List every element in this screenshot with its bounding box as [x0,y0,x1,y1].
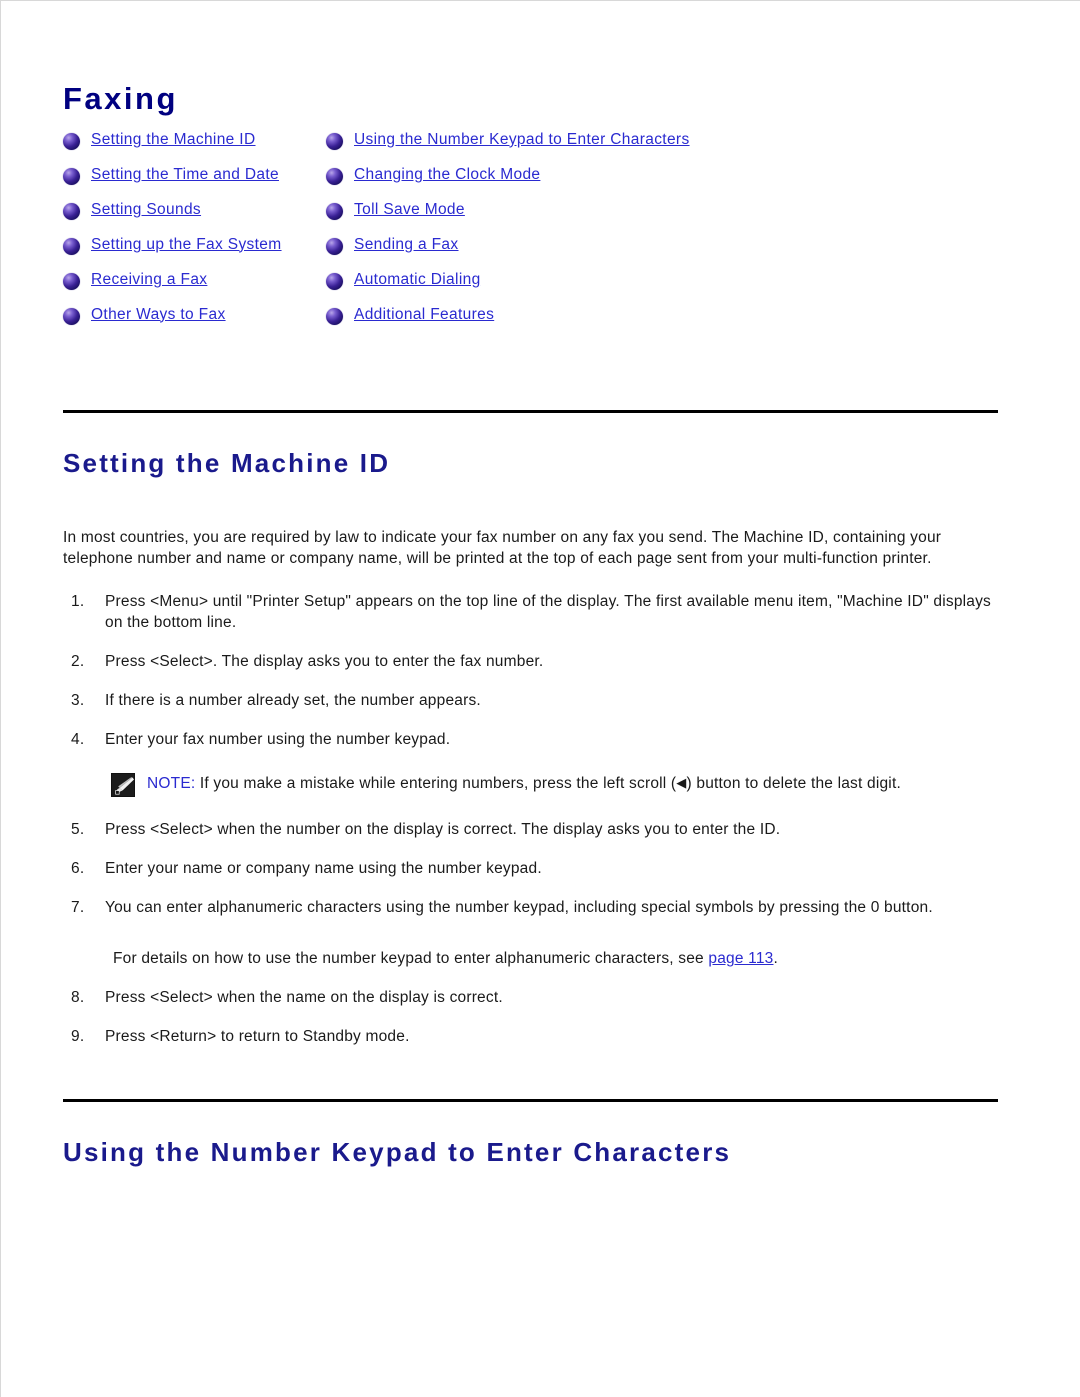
index-item[interactable]: Receiving a Fax [63,270,363,305]
index-item[interactable]: Changing the Clock Mode [326,165,886,200]
sphere-bullet-icon [63,132,80,150]
index-link-receiving-a-fax[interactable]: Receiving a Fax [91,270,207,290]
step-number: 6. [71,860,85,878]
step-number: 5. [71,821,85,839]
index-column-right: Using the Number Keypad to Enter Charact… [326,130,886,340]
step-item: 8. Press <Select> when the name on the d… [63,987,998,1008]
sphere-bullet-icon [326,132,343,150]
step-item: 4. Enter your fax number using the numbe… [63,729,998,750]
sphere-bullet-icon [63,272,80,290]
index-link-setting-sounds[interactable]: Setting Sounds [91,200,201,220]
detail-text-after-link: . [773,950,779,968]
step-item: 2. Press <Select>. The display asks you … [63,651,998,672]
index-link-setting-the-machine-id[interactable]: Setting the Machine ID [91,130,256,150]
index-link-setting-up-the-fax-system[interactable]: Setting up the Fax System [91,235,282,255]
steps-list-part-one: 1. Press <Menu> until "Printer Setup" ap… [63,591,998,750]
step-text: Press <Select>. The display asks you to … [105,653,544,671]
step-number: 1. [71,593,85,611]
step-number: 7. [71,899,85,917]
index-link-automatic-dialing[interactable]: Automatic Dialing [354,270,481,290]
index-link-additional-features[interactable]: Additional Features [354,305,494,325]
step-number: 3. [71,692,85,710]
sphere-bullet-icon [326,237,343,255]
step-item: 1. Press <Menu> until "Printer Setup" ap… [63,591,998,633]
sphere-bullet-icon [63,167,80,185]
index-item[interactable]: Setting the Machine ID [63,130,363,165]
step-item: 5. Press <Select> when the number on the… [63,819,998,840]
note-text: NOTE: If you make a mistake while enteri… [147,772,901,794]
note-label: NOTE: [147,775,196,793]
step-text: Press <Return> to return to Standby mode… [105,1028,410,1046]
index-item[interactable]: Using the Number Keypad to Enter Charact… [326,130,886,165]
steps-list-part-three: 8. Press <Select> when the name on the d… [63,987,998,1047]
page-title: Faxing [63,81,178,116]
index-link-sending-a-fax[interactable]: Sending a Fax [354,235,459,255]
step-text: Press <Select> when the name on the disp… [105,989,503,1007]
index-item[interactable]: Setting Sounds [63,200,363,235]
step-text: Enter your name or company name using th… [105,860,542,878]
step-item: 6. Enter your name or company name using… [63,858,998,879]
index-link-changing-the-clock-mode[interactable]: Changing the Clock Mode [354,165,540,185]
sphere-bullet-icon [326,272,343,290]
sphere-bullet-icon [63,307,80,325]
section-intro-paragraph: In most countries, you are required by l… [63,529,942,568]
detail-text-before-link: For details on how to use the number key… [113,950,709,968]
document-page: Faxing Setting the Machine ID Setting th… [0,0,1080,1397]
note-callout: NOTE: If you make a mistake while enteri… [111,772,966,798]
sphere-bullet-icon [63,237,80,255]
step-text: Enter your fax number using the number k… [105,731,451,749]
index-link-other-ways-to-fax[interactable]: Other Ways to Fax [91,305,226,325]
step-text: You can enter alphanumeric characters us… [105,899,933,917]
section-heading-setting-the-machine-id: Setting the Machine ID [63,447,391,478]
left-scroll-arrow-icon: ◀ [676,775,687,791]
note-pencil-icon [111,773,135,798]
detail-reference-paragraph: For details on how to use the number key… [113,948,998,969]
step-item: 7. You can enter alphanumeric characters… [63,897,998,918]
step-text: If there is a number already set, the nu… [105,692,481,710]
index-link-toll-save-mode[interactable]: Toll Save Mode [354,200,465,220]
step-text: Press <Menu> until "Printer Setup" appea… [105,593,992,632]
index-item[interactable]: Other Ways to Fax [63,305,363,340]
link-page-113[interactable]: page 113 [708,950,773,967]
step-number: 2. [71,653,85,671]
sphere-bullet-icon [326,202,343,220]
index-link-using-the-number-keypad-to-enter-characters[interactable]: Using the Number Keypad to Enter Charact… [354,130,690,150]
sphere-bullet-icon [326,167,343,185]
page-content: Faxing Setting the Machine ID Setting th… [63,81,998,1168]
step-item: 3. If there is a number already set, the… [63,690,998,711]
steps-list-part-two: 5. Press <Select> when the number on the… [63,819,998,918]
index-item[interactable]: Setting up the Fax System [63,235,363,270]
step-item: 9. Press <Return> to return to Standby m… [63,1026,998,1047]
note-text-before-arrow: If you make a mistake while entering num… [195,775,677,793]
step-text: Press <Select> when the number on the di… [105,821,781,839]
index-column-left: Setting the Machine ID Setting the Time … [63,130,363,340]
sphere-bullet-icon [63,202,80,220]
step-number: 4. [71,731,85,749]
index-item[interactable]: Toll Save Mode [326,200,886,235]
index-item[interactable]: Additional Features [326,305,886,340]
step-number: 9. [71,1028,85,1046]
sphere-bullet-icon [326,307,343,325]
index-item[interactable]: Automatic Dialing [326,270,886,305]
note-text-after-arrow: ) button to delete the last digit. [686,775,901,793]
index-link-setting-the-time-and-date[interactable]: Setting the Time and Date [91,165,279,185]
index-item[interactable]: Sending a Fax [326,235,886,270]
section-heading-using-the-number-keypad-to-enter-characters: Using the Number Keypad to Enter Charact… [63,1137,732,1168]
section-link-index: Setting the Machine ID Setting the Time … [63,130,998,345]
step-number: 8. [71,989,85,1007]
index-item[interactable]: Setting the Time and Date [63,165,363,200]
